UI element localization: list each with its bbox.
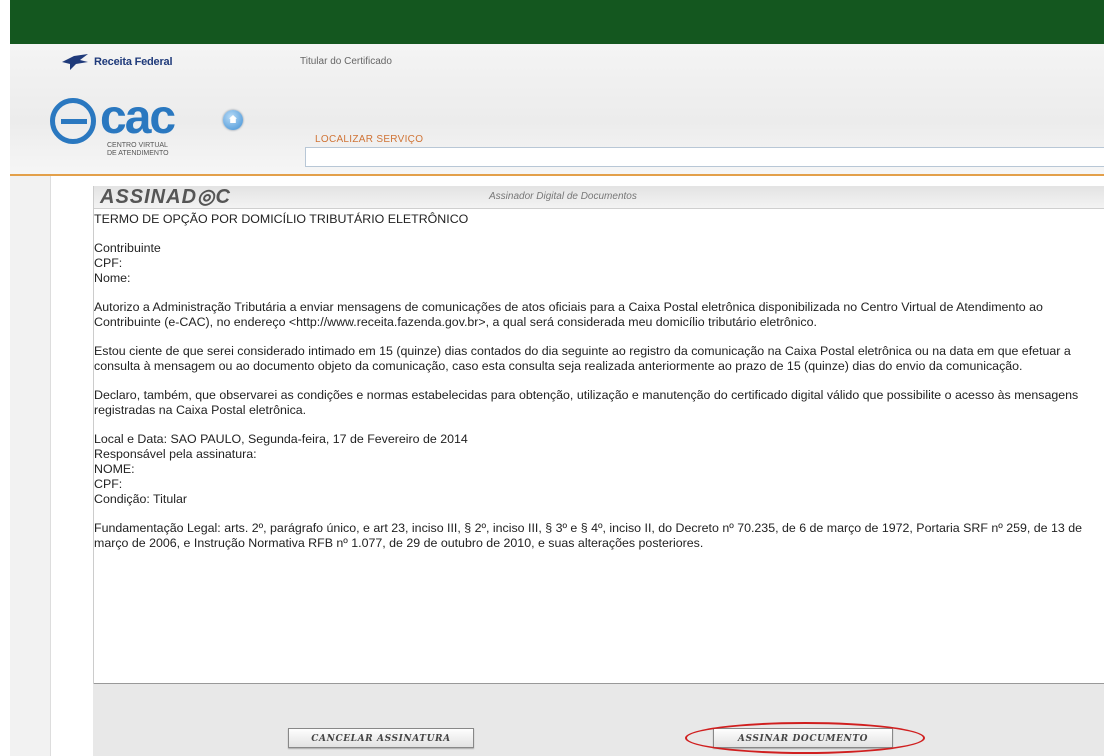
document-title: TERMO DE OPÇÃO POR DOMICÍLIO TRIBUTÁRIO … <box>94 212 469 226</box>
search-input[interactable] <box>305 147 1104 167</box>
home-icon[interactable] <box>223 110 243 130</box>
receita-federal-logo[interactable]: Receita Federal <box>60 52 173 72</box>
action-bar <box>93 684 1104 756</box>
ecac-sub-line2: de Atendimento <box>107 150 169 157</box>
banner-subtitle: Assinador Digital de Documentos <box>489 191 637 202</box>
responsible-cpf: CPF: <box>94 477 123 491</box>
top-bar <box>10 0 1104 44</box>
eagle-icon <box>62 54 88 70</box>
ecac-word: cac <box>100 91 176 144</box>
paragraph-declaration: Declaro, também, que observarei as condi… <box>94 388 1079 417</box>
paragraph-notification: Estou ciente de que serei considerado in… <box>94 344 1071 373</box>
cpf-label: CPF: <box>94 256 123 270</box>
ecac-e-icon <box>50 98 96 144</box>
contribuinte-label: Contribuinte <box>94 241 161 255</box>
ecac-subtitle: Centro Virtual de Atendimento <box>107 142 169 158</box>
document-text: TERMO DE OPÇÃO POR DOMICÍLIO TRIBUTÁRIO … <box>94 212 1104 551</box>
brand-name: Receita Federal <box>94 56 173 68</box>
left-sidebar <box>10 176 51 756</box>
local-date: Local e Data: SAO PAULO, Segunda-feira, … <box>94 432 468 446</box>
nome-label: Nome: <box>94 271 131 285</box>
ecac-logo[interactable]: cac Centro Virtual de Atendimento <box>50 91 250 168</box>
section-title: Titular do Certificado <box>300 56 392 67</box>
condition: Condição: Titular <box>94 492 187 506</box>
legal-basis: Fundamentação Legal: arts. 2º, parágrafo… <box>94 521 1083 550</box>
assinadoc-logo: ASSINAD◎C <box>100 186 231 208</box>
ecac-sub-line1: Centro Virtual <box>107 142 168 149</box>
highlight-ellipse <box>685 722 925 754</box>
document-panel: ASSINAD◎C Assinador Digital de Documento… <box>93 186 1104 756</box>
responsible-name: NOME: <box>94 462 135 476</box>
paragraph-authorization: Autorizo a Administração Tributária a en… <box>94 300 1043 329</box>
search-label: LOCALIZAR SERVIÇO <box>315 134 424 145</box>
assinador-banner: ASSINAD◎C Assinador Digital de Documento… <box>94 186 1104 209</box>
cancel-signature-button[interactable]: CANCELAR ASSINATURA <box>288 728 474 748</box>
responsible-label: Responsável pela assinatura: <box>94 447 257 461</box>
